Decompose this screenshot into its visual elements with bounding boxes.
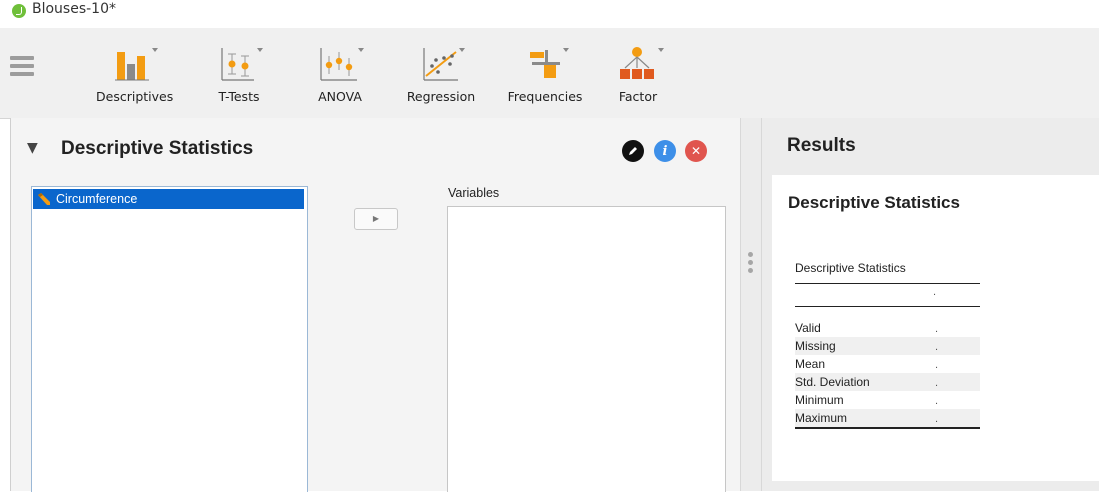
source-variables-list[interactable]: Circumference — [31, 186, 308, 492]
results-heading: Descriptive Statistics — [788, 193, 960, 212]
column-header: . — [933, 286, 937, 298]
descriptives-label: Descriptives — [96, 89, 174, 104]
variables-label: Variables — [448, 186, 500, 200]
t-tests-label: T-Tests — [218, 89, 260, 104]
descriptives-button[interactable]: Descriptives — [96, 42, 174, 108]
anova-button[interactable]: ANOVA — [310, 42, 370, 108]
info-icon[interactable]: i — [654, 140, 676, 162]
factor-icon — [620, 47, 664, 79]
t-tests-button[interactable]: T-Tests — [208, 42, 270, 108]
row-label: Valid — [795, 321, 821, 335]
table-caption: Descriptive Statistics — [795, 261, 906, 275]
frequencies-button[interactable]: Frequencies — [500, 42, 590, 108]
table-row: Mean . — [795, 355, 980, 373]
descriptive-stats-table: . Valid . Missing . Mean . Std. Deviatio… — [795, 283, 980, 429]
assign-variable-button[interactable]: ▶ — [354, 208, 398, 230]
row-label: Minimum — [795, 393, 844, 407]
row-value: . — [935, 413, 939, 425]
row-label: Mean — [795, 357, 826, 371]
ribbon-toolbar: Descriptives T-Tests ANOVA Regression Fr… — [0, 28, 1099, 119]
results-output: Descriptive Statistics Descriptive Stati… — [772, 175, 1099, 481]
hamburger-menu-icon[interactable] — [10, 56, 34, 76]
anova-icon — [320, 48, 364, 81]
source-variable-name: Circumference — [56, 192, 138, 206]
table-row: Minimum . — [795, 391, 980, 409]
source-variable-item[interactable]: Circumference — [33, 189, 304, 209]
results-pane: Results Descriptive Statistics Descripti… — [762, 118, 1099, 491]
app-logo-icon — [12, 4, 26, 18]
collapse-arrow-icon[interactable]: ▼ — [27, 140, 38, 156]
regression-button[interactable]: Regression — [400, 42, 482, 108]
variables-target-list[interactable] — [447, 206, 726, 492]
window-title: Blouses-10* — [32, 1, 116, 17]
row-value: . — [935, 359, 939, 371]
results-title: Results — [787, 135, 856, 156]
row-value: . — [935, 323, 939, 335]
analysis-options-panel: ▼ Descriptive Statistics i ✕ Circumferen… — [10, 118, 741, 492]
row-label: Missing — [795, 339, 836, 353]
row-value: . — [935, 377, 939, 389]
drag-handle-icon — [748, 252, 753, 274]
table-header-row: . — [795, 284, 980, 307]
frequencies-label: Frequencies — [507, 89, 583, 104]
pane-splitter[interactable] — [740, 118, 762, 491]
descriptives-bar-chart-icon — [115, 48, 158, 81]
scale-variable-icon — [38, 193, 50, 205]
factor-button[interactable]: Factor — [606, 42, 670, 108]
anova-label: ANOVA — [318, 89, 362, 104]
regression-scatter-icon — [423, 48, 465, 81]
frequencies-icon — [530, 48, 569, 78]
edit-title-icon[interactable] — [622, 140, 644, 162]
pencil-icon — [629, 147, 637, 155]
row-label: Std. Deviation — [795, 375, 870, 389]
table-row: Std. Deviation . — [795, 373, 980, 391]
analysis-header: ▼ Descriptive Statistics i ✕ — [11, 118, 741, 178]
close-analysis-icon[interactable]: ✕ — [685, 140, 707, 162]
table-row: Valid . — [795, 319, 980, 337]
factor-label: Factor — [618, 89, 658, 104]
regression-label: Regression — [406, 89, 476, 104]
row-value: . — [935, 395, 939, 407]
analysis-title[interactable]: Descriptive Statistics — [61, 138, 253, 160]
row-label: Maximum — [795, 411, 848, 425]
table-row: Missing . — [795, 337, 980, 355]
table-row: Maximum . — [795, 409, 980, 427]
title-bar: Blouses-10* — [0, 0, 1099, 28]
row-value: . — [935, 341, 939, 353]
t-tests-icon — [221, 48, 263, 81]
arrow-right-icon: ▶ — [372, 214, 380, 223]
